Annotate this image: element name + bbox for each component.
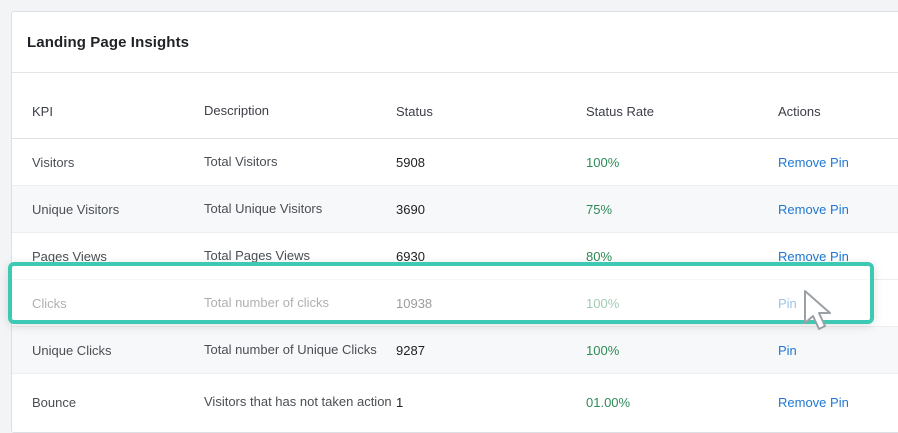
status-rate-cell: 100% [586,342,620,358]
status-cell: 1 [396,394,404,410]
column-header-status: Status [396,103,433,119]
description-cell: Total Visitors [204,154,278,169]
table-row: Clicks Total number of clicks 10938 100%… [12,280,898,327]
table-row: Bounce Visitors that has not taken actio… [12,374,898,430]
kpi-cell: Visitors [32,154,75,170]
kpi-table: KPI Description Status Status Rate Actio… [12,84,898,430]
kpi-cell: Unique Visitors [32,201,120,217]
pin-link[interactable]: Pin [778,327,797,373]
column-header-status-rate: Status Rate [586,103,654,119]
kpi-cell: Bounce [32,394,77,410]
card-header: Landing Page Insights [12,12,898,73]
description-cell: Total Pages Views [204,248,310,263]
table-row: Unique Visitors Total Unique Visitors 36… [12,186,898,233]
status-rate-cell: 01.00% [586,394,631,410]
insights-card: Landing Page Insights KPI Description St… [11,11,898,433]
status-cell: 10938 [396,295,433,311]
status-cell: 9287 [396,342,425,358]
remove-pin-link[interactable]: Remove Pin [778,186,849,232]
mouse-pointer-icon [804,290,831,330]
table-header-row: KPI Description Status Status Rate Actio… [12,84,898,139]
kpi-cell: Unique Clicks [32,342,112,358]
status-cell: 6930 [396,248,425,264]
column-header-kpi: KPI [32,103,53,119]
kpi-cell: Clicks [32,295,67,311]
status-rate-cell: 80% [586,248,613,264]
pin-link[interactable]: Pin [778,280,797,326]
remove-pin-link[interactable]: Remove Pin [778,233,849,279]
table-row: Pages Views Total Pages Views 6930 80% R… [12,233,898,280]
card-title: Landing Page Insights [27,33,190,51]
status-rate-cell: 75% [586,201,613,217]
description-cell: Total number of clicks [204,295,329,310]
column-header-actions: Actions [778,103,821,119]
table-row: Unique Clicks Total number of Unique Cli… [12,327,898,374]
status-rate-cell: 100% [586,154,620,170]
description-cell: Total number of Unique Clicks [204,342,377,357]
remove-pin-link[interactable]: Remove Pin [778,139,849,185]
status-cell: 3690 [396,201,425,217]
status-rate-cell: 100% [586,295,620,311]
description-cell: Total Unique Visitors [204,201,323,216]
column-header-description: Description [204,103,270,118]
remove-pin-link[interactable]: Remove Pin [778,374,849,430]
kpi-cell: Pages Views [32,248,107,264]
status-cell: 5908 [396,154,425,170]
description-cell: Visitors that has not taken action [204,394,392,409]
table-row: Visitors Total Visitors 5908 100% Remove… [12,139,898,186]
